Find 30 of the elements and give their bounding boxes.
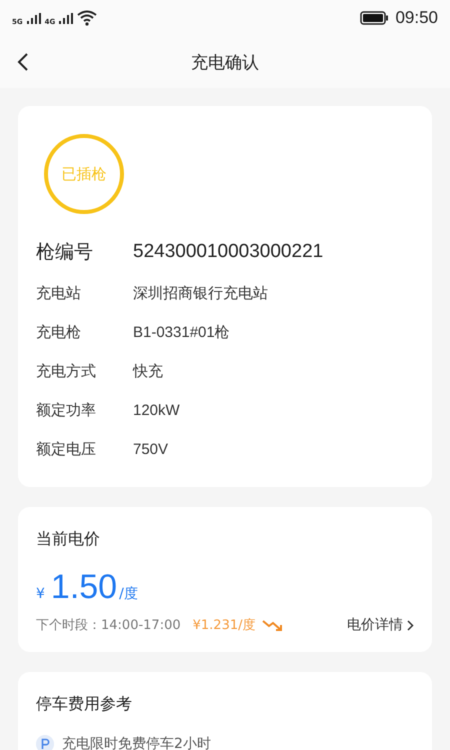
price-value: 1.50 [50, 570, 118, 604]
page-title: 充电确认 [191, 52, 259, 74]
field-label: 额定功率 [36, 401, 97, 420]
field-label: 额定电压 [36, 440, 97, 459]
field-label: 充电站 [36, 284, 82, 303]
signal-icon [59, 12, 74, 24]
field-value: 快充 [133, 362, 163, 381]
signal-icon [26, 12, 41, 24]
battery-icon [360, 11, 390, 25]
back-icon[interactable] [16, 52, 30, 72]
card-title: 停车费用参考 [36, 694, 133, 715]
field-value: 524300010003000221 [133, 241, 324, 263]
parking-note: 充电限时免费停车2小时 [62, 735, 211, 750]
field-value: B1-0331#01枪 [133, 323, 230, 342]
field-value: 深圳招商银行充电站 [133, 284, 268, 303]
field-value: 750V [133, 441, 168, 458]
clock: 09:50 [395, 8, 438, 28]
status-label: 已插枪 [62, 164, 106, 184]
field-value: 120kW [133, 402, 180, 419]
card-title: 当前电价 [36, 529, 101, 550]
price-unit: /度 [119, 585, 138, 603]
chevron-right-icon [407, 620, 414, 630]
wifi-icon [77, 10, 98, 26]
field-label: 充电枪 [36, 323, 82, 342]
field-label: 枪编号 [36, 240, 94, 265]
currency-symbol: ¥ [36, 586, 45, 602]
field-label: 充电方式 [36, 362, 97, 381]
price-details-link[interactable]: 电价详情 [347, 616, 414, 634]
next-price: ¥1.231/度 [192, 617, 256, 634]
next-period: 下个时段：14:00-17:00 [36, 617, 181, 634]
